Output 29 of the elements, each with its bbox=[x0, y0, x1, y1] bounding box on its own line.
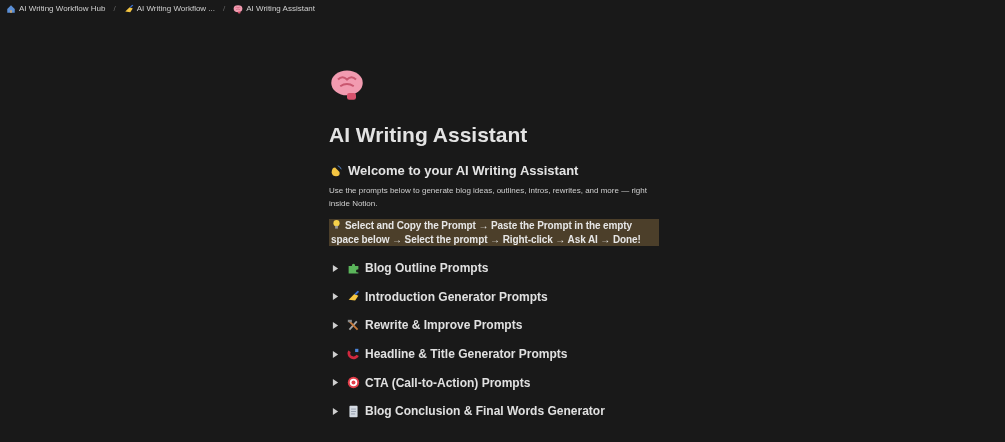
expand-triangle-icon[interactable] bbox=[332, 350, 339, 358]
instruction-text: Select and Copy the Prompt → Paste the Prompt in the empty space below → Select the prompt → Right-click → Ask AI → Done! bbox=[329, 219, 659, 246]
toggle-heading[interactable]: Headline & Title Generator Prompts bbox=[365, 347, 568, 362]
house-icon bbox=[6, 3, 16, 14]
expand-triangle-icon[interactable] bbox=[332, 264, 339, 272]
puzzle-piece-icon bbox=[347, 261, 360, 275]
writing-hand-icon bbox=[123, 3, 134, 14]
toggle-heading[interactable]: Blog Conclusion & Final Words Generator bbox=[365, 404, 605, 419]
intro-text: Use the prompts below to generate blog ideas, outlines, intros, rewrites, and more — right inside Notion. bbox=[329, 185, 648, 210]
breadcrumb-link[interactable]: AI Writing Workflow ... bbox=[122, 3, 217, 14]
toggle-heading[interactable]: Rewrite & Improve Prompts bbox=[365, 318, 523, 333]
expand-triangle-icon[interactable] bbox=[332, 379, 339, 387]
expand-triangle-icon[interactable] bbox=[332, 407, 339, 415]
breadcrumb-separator: / bbox=[223, 4, 226, 13]
breadcrumb-separator: / bbox=[113, 4, 116, 13]
expand-triangle-icon[interactable] bbox=[332, 322, 339, 329]
breadcrumb-link[interactable]: AI Writing Assistant bbox=[232, 3, 317, 14]
expand-triangle-icon[interactable] bbox=[332, 293, 339, 301]
toggle-heading[interactable]: CTA (Call-to-Action) Prompts bbox=[365, 375, 531, 390]
tools-icon bbox=[347, 319, 360, 332]
section-heading: Welcome to your AI Writing Assistant bbox=[348, 162, 579, 180]
light-bulb-icon bbox=[331, 219, 342, 230]
breadcrumb-link[interactable]: AI Writing Workflow Hub bbox=[5, 3, 107, 14]
target-icon bbox=[347, 376, 360, 390]
notepad-icon bbox=[347, 404, 360, 418]
toggle-heading[interactable]: Blog Outline Prompts bbox=[365, 261, 489, 276]
brain-icon bbox=[233, 3, 244, 14]
toggle-heading[interactable]: Introduction Generator Prompts bbox=[365, 289, 548, 304]
page-title: AI Writing Assistant bbox=[329, 122, 529, 148]
